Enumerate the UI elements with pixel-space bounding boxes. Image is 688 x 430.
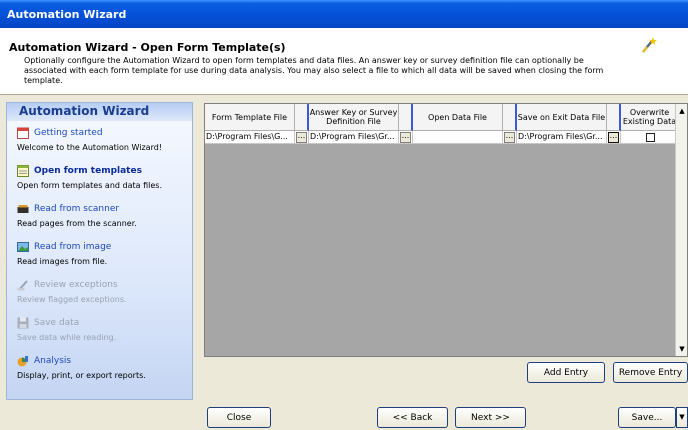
sidebar-item-desc: Display, print, or export reports. <box>17 371 146 380</box>
col-header-answer-key[interactable]: Answer Key or Survey Definition File <box>309 104 399 131</box>
add-entry-button[interactable]: Add Entry <box>527 362 605 383</box>
scroll-down-arrow-icon[interactable]: ▼ <box>676 342 687 356</box>
col-header-spacer <box>503 104 517 131</box>
cell-template-file[interactable]: D:\Program Files\G... <box>205 131 295 144</box>
col-header-overwrite[interactable]: Overwrite Existing Data <box>621 104 679 131</box>
col-header-open-data[interactable]: Open Data File <box>413 104 503 131</box>
col-header-spacer <box>295 104 309 131</box>
browse-open-data-button[interactable]: ... <box>504 131 515 143</box>
wizard-header: Automation Wizard - Open Form Template(s… <box>0 28 688 95</box>
sidebar-item-label: Save data <box>34 318 80 328</box>
sidebar-item-desc: Open form templates and data files. <box>17 181 162 190</box>
form-icon <box>17 165 29 177</box>
sidebar-item-label[interactable]: Getting started <box>34 128 103 138</box>
title-bar: Automation Wizard <box>0 0 688 28</box>
sidebar-item-desc: Welcome to the Automation Wizard! <box>17 143 163 152</box>
table-row[interactable]: D:\Program Files\G... ... D:\Program Fil… <box>205 131 679 144</box>
sidebar-item-getting-started[interactable]: Getting started Welcome to the Automatio… <box>17 127 189 152</box>
save-icon <box>17 317 29 329</box>
sidebar-title: Automation Wizard <box>7 103 192 121</box>
page-description: Optionally configure the Automation Wiza… <box>24 56 604 85</box>
browse-save-exit-cell: ... <box>607 131 621 144</box>
grid-header: Form Template File Answer Key or Survey … <box>205 104 679 131</box>
sidebar-item-save-data: Save data Save data while reading. <box>17 317 189 342</box>
sidebar-item-label[interactable]: Read from image <box>34 242 111 252</box>
sidebar-item-read-from-image[interactable]: Read from image Read images from file. <box>17 241 189 266</box>
wizard-sidebar: Automation Wizard Getting started Welcom… <box>6 102 193 400</box>
grid-vertical-scrollbar[interactable]: ▲ ▼ <box>675 104 687 356</box>
scanner-icon <box>17 205 29 213</box>
calendar-icon <box>17 127 29 139</box>
col-header-spacer <box>399 104 413 131</box>
next-button[interactable]: Next >> <box>455 407 526 428</box>
browse-template-cell: ... <box>295 131 309 144</box>
analysis-icon <box>17 356 28 367</box>
sidebar-item-open-form-templates[interactable]: Open form templates Open form templates … <box>17 165 189 190</box>
browse-save-exit-button[interactable]: ... <box>608 131 619 143</box>
sidebar-item-desc: Read pages from the scanner. <box>17 219 137 228</box>
back-button[interactable]: << Back <box>377 407 448 428</box>
col-header-template[interactable]: Form Template File <box>205 104 295 131</box>
pen-icon <box>17 280 28 291</box>
sidebar-item-desc: Read images from file. <box>17 257 108 266</box>
form-template-grid[interactable]: Form Template File Answer Key or Survey … <box>204 103 688 357</box>
save-button[interactable]: Save... <box>618 407 676 428</box>
sidebar-item-desc: Save data while reading. <box>17 333 117 342</box>
sidebar-item-read-from-scanner[interactable]: Read from scanner Read pages from the sc… <box>17 203 189 228</box>
cell-overwrite <box>621 131 679 144</box>
sidebar-item-review-exceptions: Review exceptions Review flagged excepti… <box>17 279 189 304</box>
cell-save-exit-file[interactable]: D:\Program Files\Gr... <box>517 131 607 144</box>
browse-template-button[interactable]: ... <box>296 131 307 143</box>
sidebar-item-label[interactable]: Open form templates <box>34 166 142 176</box>
sidebar-item-analysis[interactable]: Analysis Display, print, or export repor… <box>17 355 189 380</box>
image-icon <box>17 242 29 252</box>
scroll-up-arrow-icon[interactable]: ▲ <box>676 104 687 118</box>
remove-entry-button[interactable]: Remove Entry <box>613 362 688 383</box>
page-title: Automation Wizard - Open Form Template(s… <box>9 41 286 54</box>
browse-answer-key-cell: ... <box>399 131 413 144</box>
sidebar-item-label[interactable]: Read from scanner <box>34 204 119 214</box>
magic-wand-icon <box>642 37 657 53</box>
col-header-save-exit[interactable]: Save on Exit Data File <box>517 104 607 131</box>
col-header-spacer <box>607 104 621 131</box>
overwrite-checkbox[interactable] <box>645 132 655 142</box>
close-button[interactable]: Close <box>207 407 271 428</box>
sidebar-item-desc: Review flagged exceptions. <box>17 295 127 304</box>
sidebar-item-label: Review exceptions <box>34 280 118 290</box>
sidebar-item-label[interactable]: Analysis <box>34 356 71 366</box>
browse-open-data-cell: ... <box>503 131 517 144</box>
window-title: Automation Wizard <box>7 8 127 21</box>
browse-answer-key-button[interactable]: ... <box>400 131 411 143</box>
cell-open-data-file[interactable] <box>413 131 503 144</box>
save-dropdown-arrow-icon[interactable]: ▼ <box>676 407 688 428</box>
cell-answer-key-file[interactable]: D:\Program Files\Gr... <box>309 131 399 144</box>
